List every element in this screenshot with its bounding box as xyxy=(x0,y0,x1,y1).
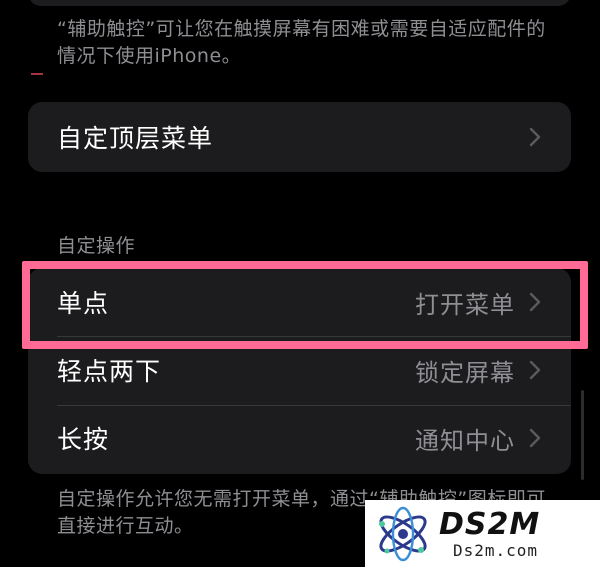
watermark: DS2M Ds2m.com xyxy=(365,500,600,567)
single-tap-row[interactable]: 单点 打开菜单 xyxy=(28,268,571,336)
chevron-right-icon xyxy=(529,428,541,448)
custom-actions-header: 自定操作 xyxy=(57,235,136,257)
customize-top-menu-label: 自定顶层菜单 xyxy=(57,124,214,153)
red-mark xyxy=(31,73,43,75)
double-tap-label: 轻点两下 xyxy=(57,357,162,386)
chevron-right-icon xyxy=(529,360,541,380)
chevron-right-icon xyxy=(529,292,541,312)
customize-top-menu-row[interactable]: 自定顶层菜单 xyxy=(28,102,571,172)
watermark-url: Ds2m.com xyxy=(453,540,539,560)
watermark-brand: DS2M xyxy=(439,506,541,542)
long-press-row[interactable]: 长按 通知中心 xyxy=(28,404,571,472)
scroll-indicator xyxy=(581,390,584,480)
long-press-label: 长按 xyxy=(57,425,110,454)
previous-card-edge xyxy=(28,0,571,6)
double-tap-row[interactable]: 轻点两下 锁定屏幕 xyxy=(28,336,571,404)
custom-actions-card: 单点 打开菜单 轻点两下 锁定屏幕 长按 通知中心 xyxy=(28,268,571,474)
single-tap-label: 单点 xyxy=(57,289,110,318)
top-menu-card: 自定顶层菜单 xyxy=(28,102,571,172)
double-tap-value: 锁定屏幕 xyxy=(415,358,515,387)
chevron-right-icon xyxy=(529,127,541,147)
long-press-value: 通知中心 xyxy=(415,426,515,455)
atom-logo-icon xyxy=(379,506,427,561)
assistive-touch-description: “辅助触控”可让您在触摸屏幕有困难或需要自适应配件的情况下使用iPhone。 xyxy=(57,18,546,67)
single-tap-value: 打开菜单 xyxy=(415,290,515,319)
